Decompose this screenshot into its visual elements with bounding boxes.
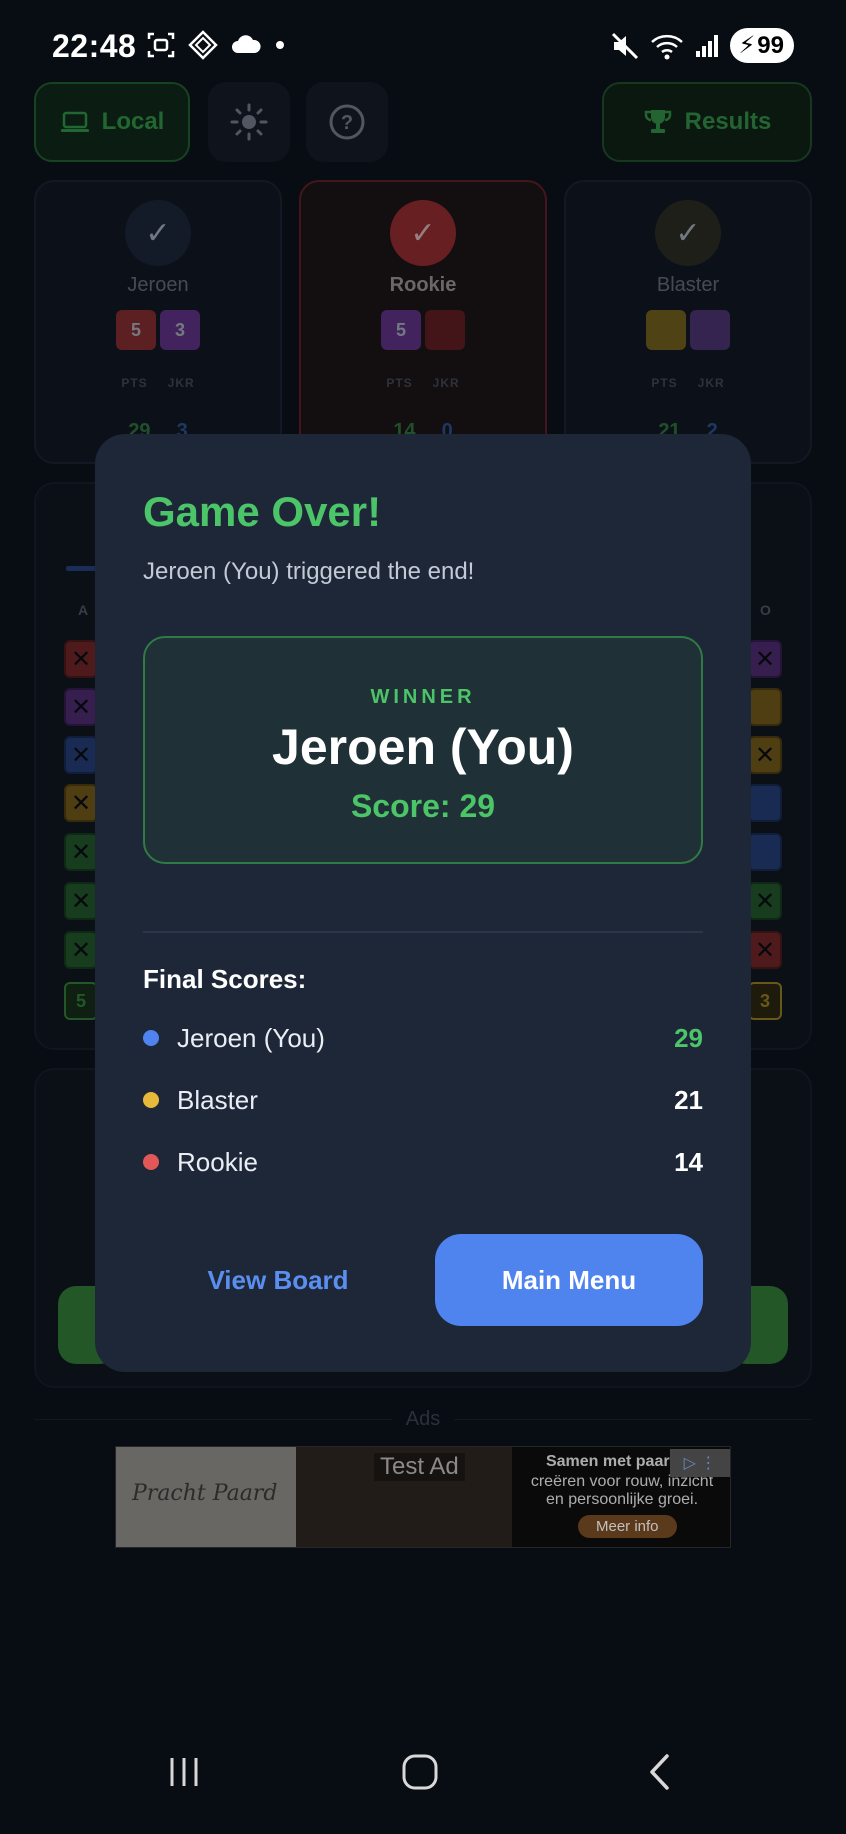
screenshot-icon [147, 32, 175, 58]
score-value: 21 [674, 1084, 703, 1115]
winner-label: WINNER [370, 686, 476, 708]
score-player-name: Blaster [177, 1084, 258, 1115]
back-button[interactable] [620, 1742, 700, 1802]
score-value: 29 [674, 1022, 703, 1053]
battery-level: 99 [757, 31, 784, 59]
status-bar: 22:48 ⚡ 99 [0, 0, 846, 92]
dialog-subtitle: Jeroen (You) triggered the end! [143, 558, 475, 585]
main-menu-button[interactable]: Main Menu [435, 1234, 703, 1326]
recents-icon [170, 1758, 198, 1786]
game-over-dialog: Game Over! Jeroen (You) triggered the en… [95, 434, 751, 1372]
divider [143, 931, 703, 933]
cloud-icon [232, 35, 261, 53]
player-color-dot [143, 1092, 159, 1108]
player-color-dot [143, 1030, 159, 1046]
final-scores-title: Final Scores: [143, 964, 307, 994]
winner-score: Score: 29 [350, 788, 496, 824]
score-row: Rookie 14 [143, 1142, 703, 1182]
winner-card: WINNER Jeroen (You) Score: 29 [143, 636, 703, 864]
system-nav-bar [0, 1714, 846, 1834]
score-row: Jeroen (You) 29 [143, 1018, 703, 1058]
dialog-title: Game Over! [143, 488, 382, 535]
back-icon [650, 1754, 669, 1790]
status-time: 22:48 [52, 28, 137, 64]
score-value: 14 [674, 1146, 703, 1177]
winner-name: Jeroen (You) [272, 719, 574, 775]
score-player-name: Rookie [177, 1146, 258, 1177]
view-board-button[interactable]: View Board [143, 1234, 413, 1326]
recents-button[interactable] [144, 1742, 224, 1802]
charging-icon: ⚡ [738, 32, 756, 59]
score-row: Blaster 21 [143, 1080, 703, 1120]
score-player-name: Jeroen (You) [177, 1022, 325, 1053]
dot-icon [276, 41, 284, 49]
wifi-icon [651, 34, 684, 59]
home-button[interactable] [380, 1742, 460, 1802]
app-icon [188, 30, 218, 60]
player-color-dot [143, 1154, 159, 1170]
mute-icon [612, 32, 639, 59]
battery-icon: ⚡ 99 [730, 28, 794, 63]
signal-icon [696, 34, 719, 57]
home-icon [402, 1754, 438, 1790]
app-screen: Local ? Results ✓ Jeroen 5 3 PTS JKR 29 [0, 0, 846, 1834]
